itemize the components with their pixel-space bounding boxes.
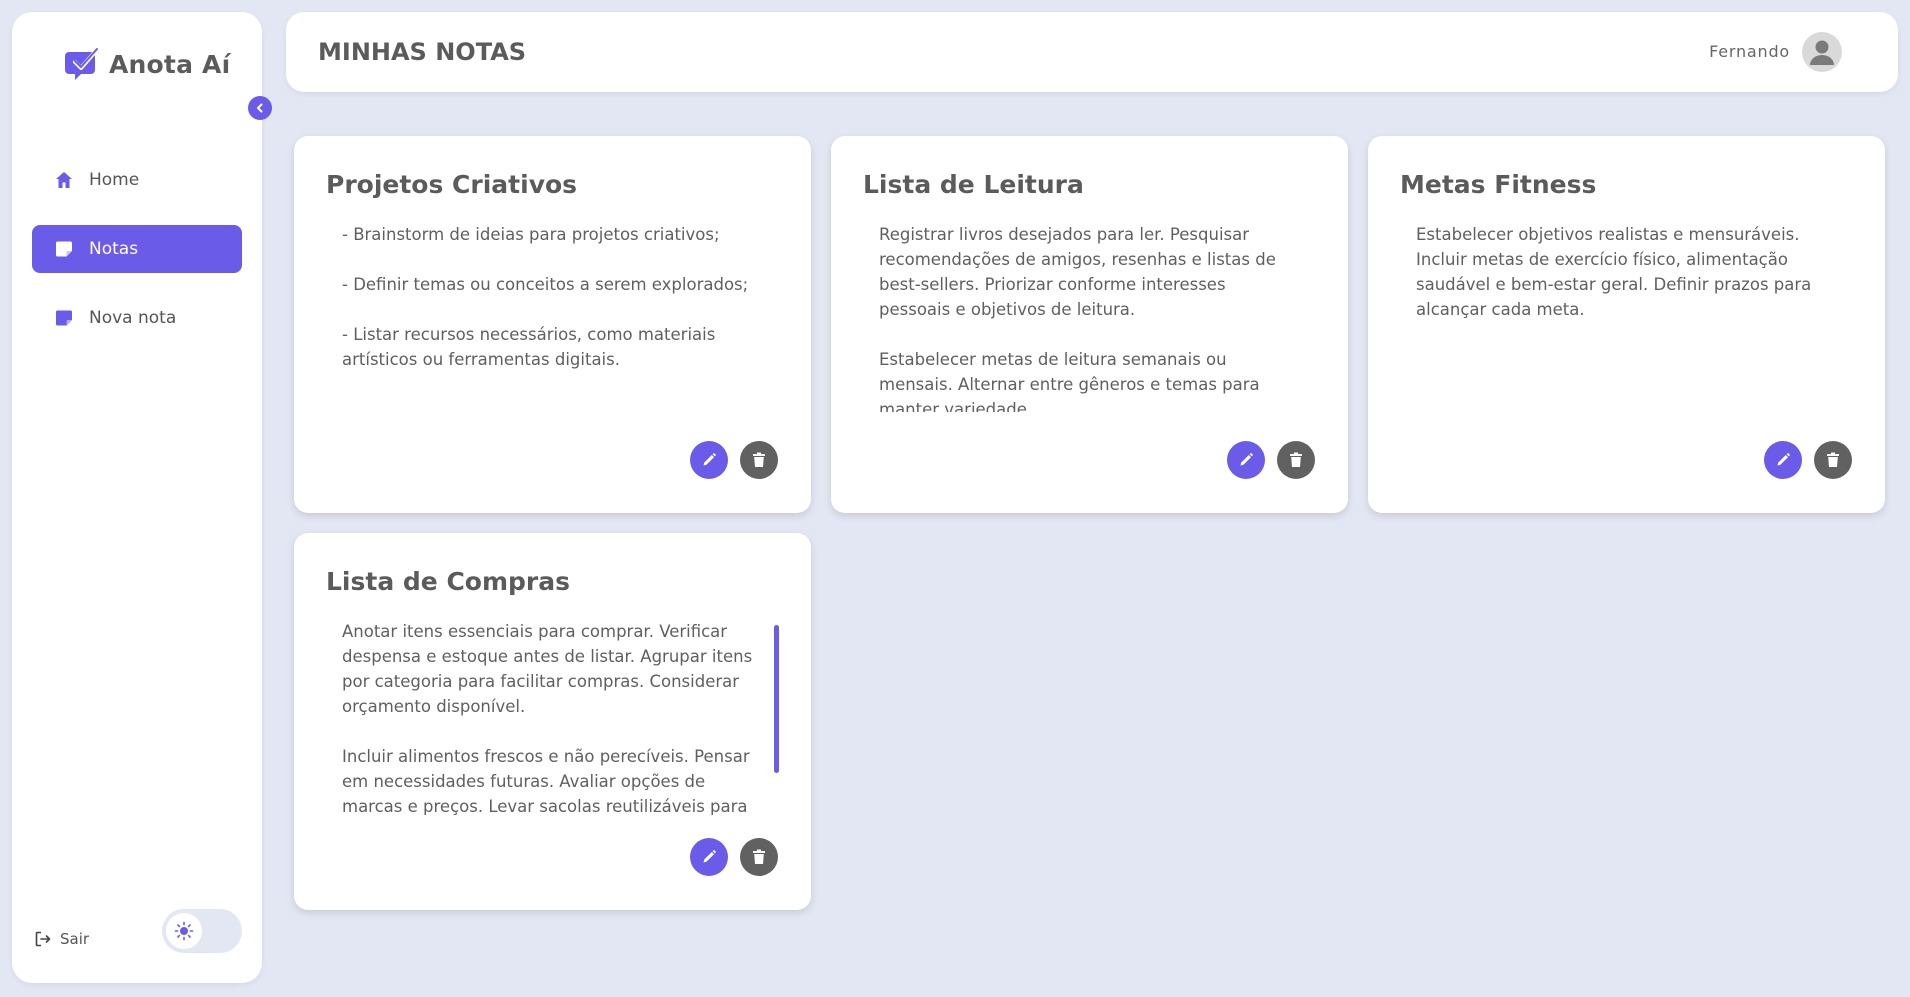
note-content: Registrar livros desejados para ler. Pes… — [879, 222, 1299, 412]
note-paragraph: Incluir alimentos frescos e não perecíve… — [342, 747, 750, 815]
delete-note-button[interactable] — [1277, 441, 1315, 479]
sidebar-item-label: Notas — [89, 239, 139, 259]
home-icon — [56, 172, 72, 188]
note-title: Metas Fitness — [1400, 170, 1597, 199]
edit-note-button[interactable] — [690, 838, 728, 876]
sidebar-item-label: Nova nota — [89, 308, 177, 328]
note-title: Lista de Compras — [326, 567, 571, 596]
pencil-icon — [703, 850, 716, 863]
note-scrollbar[interactable] — [774, 625, 779, 773]
trash-icon — [753, 452, 765, 467]
user-avatar-icon — [1810, 40, 1834, 65]
trash-icon — [1827, 452, 1839, 467]
edit-note-button[interactable] — [1227, 441, 1265, 479]
note-paragraph: - Listar recursos necessários, como mate… — [342, 325, 716, 369]
note-content[interactable]: Anotar itens essenciais para comprar. Ve… — [342, 619, 757, 815]
sidebar-item-notas[interactable]: Notas — [32, 225, 242, 273]
pencil-icon — [1240, 453, 1253, 466]
note-paragraph: Estabelecer objetivos realistas e mensur… — [1416, 225, 1812, 319]
logout-icon — [35, 931, 51, 947]
brand-logo[interactable]: Anota Aí — [65, 46, 230, 82]
chevron-left-icon — [257, 103, 263, 113]
trash-icon — [1290, 452, 1302, 467]
note-card: Lista de Compras Anotar itens essenciais… — [294, 533, 811, 910]
pencil-icon — [703, 453, 716, 466]
sidebar: Anota Aí Home Notas Nova nota Sair — [12, 12, 272, 983]
edit-note-button[interactable] — [690, 441, 728, 479]
pencil-icon — [1777, 453, 1790, 466]
avatar[interactable] — [1802, 32, 1842, 72]
delete-note-button[interactable] — [740, 441, 778, 479]
sidebar-item-home[interactable]: Home — [32, 156, 242, 204]
note-add-icon — [56, 310, 72, 326]
trash-icon — [753, 849, 765, 864]
user-name: Fernando — [1709, 42, 1790, 61]
note-paragraph: - Brainstorm de ideias para projetos cri… — [342, 225, 720, 244]
note-paragraph: Anotar itens essenciais para comprar. Ve… — [342, 622, 753, 716]
note-title: Lista de Leitura — [863, 170, 1084, 199]
top-header: MINHAS NOTAS Fernando — [286, 12, 1898, 92]
note-paragraph: - Definir temas ou conceitos a serem exp… — [342, 275, 749, 294]
note-content: Estabelecer objetivos realistas e mensur… — [1416, 222, 1836, 412]
collapse-sidebar-button[interactable] — [248, 96, 272, 120]
note-title: Projetos Criativos — [326, 170, 578, 199]
check-note-icon — [65, 48, 98, 80]
theme-toggle[interactable] — [162, 909, 242, 953]
edit-note-button[interactable] — [1764, 441, 1802, 479]
note-card: Projetos Criativos - Brainstorm de ideia… — [294, 136, 811, 513]
note-paragraph: Estabelecer metas de leitura semanais ou… — [879, 350, 1260, 412]
note-card: Lista de Leitura Registrar livros deseja… — [831, 136, 1348, 513]
sidebar-nav: Home Notas Nova nota — [32, 156, 242, 363]
logout-label: Sair — [60, 930, 90, 948]
sidebar-item-nova-nota[interactable]: Nova nota — [32, 294, 242, 342]
note-paragraph: Registrar livros desejados para ler. Pes… — [879, 225, 1276, 319]
sun-icon — [174, 921, 194, 941]
note-card: Metas Fitness Estabelecer objetivos real… — [1368, 136, 1885, 513]
page-title: MINHAS NOTAS — [318, 38, 527, 66]
app-name: Anota Aí — [109, 49, 231, 79]
note-icon — [56, 241, 72, 257]
sidebar-item-label: Home — [89, 170, 140, 190]
delete-note-button[interactable] — [1814, 441, 1852, 479]
delete-note-button[interactable] — [740, 838, 778, 876]
note-content: - Brainstorm de ideias para projetos cri… — [342, 222, 762, 412]
logout-button[interactable]: Sair — [34, 930, 89, 948]
theme-toggle-knob — [166, 913, 202, 949]
